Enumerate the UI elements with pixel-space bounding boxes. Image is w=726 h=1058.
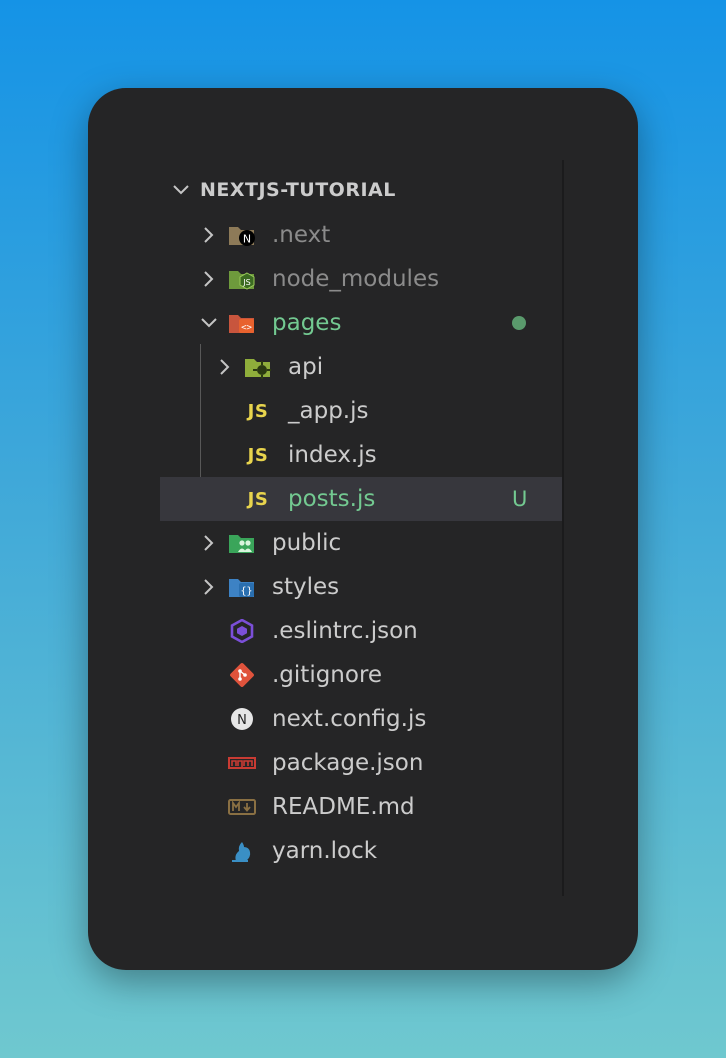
- explorer-root-folder[interactable]: NEXTJS-TUTORIAL: [160, 168, 562, 212]
- tree-item-label: index.js: [288, 442, 377, 468]
- svg-text:JS: JS: [242, 278, 250, 287]
- tree-item-next-config[interactable]: N next.config.js: [160, 697, 562, 741]
- chevron-down-icon: [200, 314, 218, 332]
- tree-item-label: _app.js: [288, 398, 369, 424]
- api-folder-icon: [244, 355, 272, 379]
- tree-item-label: pages: [272, 310, 342, 336]
- tree-item-eslintrc[interactable]: .eslintrc.json: [160, 609, 562, 653]
- svg-text:N: N: [243, 233, 251, 246]
- javascript-file-icon: JS: [244, 487, 272, 511]
- markdown-icon: [228, 795, 256, 819]
- tree-item-api-folder[interactable]: api: [160, 345, 562, 389]
- eslint-icon: [228, 619, 256, 643]
- javascript-file-icon: JS: [244, 399, 272, 423]
- tree-item-label: public: [272, 530, 342, 556]
- svg-text:{}: {}: [240, 586, 252, 597]
- tree-item-posts-js[interactable]: JS posts.js U: [160, 477, 562, 521]
- tree-item-app-js[interactable]: JS _app.js: [160, 389, 562, 433]
- tree-item-label: next.config.js: [272, 706, 427, 732]
- npm-icon: [228, 751, 256, 775]
- scrollbar-track[interactable]: [562, 160, 564, 896]
- svg-text:N: N: [237, 713, 247, 728]
- tree-item-label: yarn.lock: [272, 838, 378, 864]
- tree-item-label: .eslintrc.json: [272, 618, 418, 644]
- svg-text:<>: <>: [241, 323, 252, 333]
- chevron-right-icon: [200, 270, 218, 288]
- styles-folder-icon: {}: [228, 575, 256, 599]
- tree-item-label: README.md: [272, 794, 415, 820]
- tree-item-label: package.json: [272, 750, 424, 776]
- tree-item-public-folder[interactable]: public: [160, 521, 562, 565]
- node-folder-icon: JS: [228, 267, 256, 291]
- tree-item-label: posts.js: [288, 486, 376, 512]
- tree-item-readme[interactable]: README.md: [160, 785, 562, 829]
- tree-item-label: node_modules: [272, 266, 440, 292]
- nextjs-icon: N: [228, 707, 256, 731]
- pages-folder-icon: <>: [228, 311, 256, 335]
- js-icon-text: JS: [247, 488, 269, 510]
- tree-item-label: .next: [272, 222, 331, 248]
- tree-item-label: .gitignore: [272, 662, 383, 688]
- tree-item-next-folder[interactable]: N .next: [160, 213, 562, 257]
- explorer-panel: NEXTJS-TUTORIAL N .next JS node_modules …: [88, 88, 638, 970]
- git-modified-dot: [512, 316, 526, 330]
- tree-item-index-js[interactable]: JS index.js: [160, 433, 562, 477]
- explorer-root-label: NEXTJS-TUTORIAL: [200, 179, 396, 201]
- javascript-file-icon: JS: [244, 443, 272, 467]
- tree-item-package-json[interactable]: package.json: [160, 741, 562, 785]
- js-icon-text: JS: [247, 444, 269, 466]
- chevron-down-icon: [172, 181, 190, 199]
- chevron-right-icon: [200, 534, 218, 552]
- tree-item-styles-folder[interactable]: {} styles: [160, 565, 562, 609]
- js-icon-text: JS: [247, 400, 269, 422]
- chevron-right-icon: [200, 578, 218, 596]
- yarn-icon: [228, 839, 256, 863]
- tree-item-label: api: [288, 354, 324, 380]
- git-untracked-badge: U: [512, 487, 528, 511]
- git-icon: [228, 663, 256, 687]
- chevron-right-icon: [216, 358, 234, 376]
- public-folder-icon: [228, 531, 256, 555]
- tree-item-yarn-lock[interactable]: yarn.lock: [160, 829, 562, 873]
- tree-item-label: styles: [272, 574, 340, 600]
- nextjs-folder-icon: N: [228, 223, 256, 247]
- tree-item-gitignore[interactable]: .gitignore: [160, 653, 562, 697]
- chevron-right-icon: [200, 226, 218, 244]
- tree-item-node-modules-folder[interactable]: JS node_modules: [160, 257, 562, 301]
- tree-item-pages-folder[interactable]: <> pages: [160, 301, 562, 345]
